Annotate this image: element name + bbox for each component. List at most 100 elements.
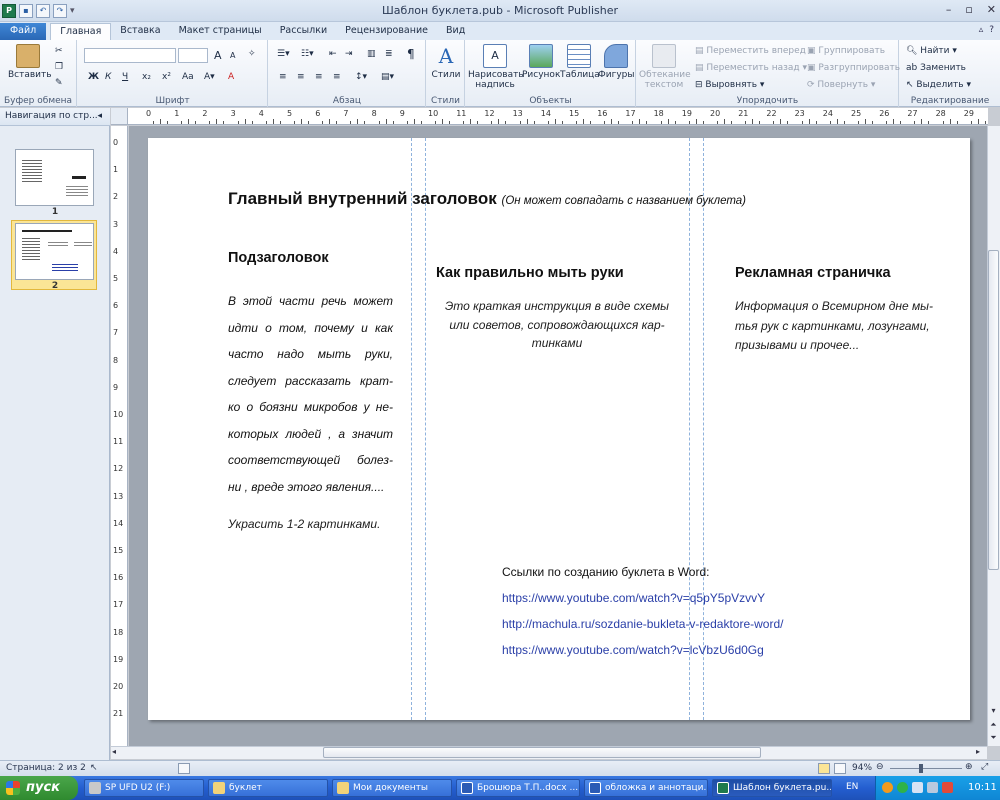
task-publisher[interactable]: Шаблон буклета.pu... (712, 779, 832, 797)
wrap-text-button[interactable]: Обтекание текстом (639, 44, 691, 90)
task-usb-drive[interactable]: SP UFD U2 (F:) (84, 779, 204, 797)
ungroup-button[interactable]: ▣ Разгруппировать (807, 63, 900, 73)
link-3[interactable]: https://www.youtube.com/watch?v=lcVbzU6d… (502, 643, 764, 657)
clock[interactable]: 10:11 (968, 782, 997, 793)
zoom-level[interactable]: 94% (852, 763, 872, 773)
collapse-pane-icon[interactable]: ◂ (97, 108, 102, 125)
booklet-page[interactable]: Главный внутренний заголовок (Он может с… (148, 138, 970, 720)
paragraph-spacing-icon[interactable]: ↕▾ (355, 72, 367, 82)
ribbon-minimize-icon[interactable]: ▵ (979, 25, 984, 35)
vertical-ruler[interactable]: 0 1 2 3 4 5 6 7 8 9 10 11 12 13 14 15 16 17 18 19 20 21 (111, 126, 128, 746)
col1-heading[interactable]: Подзаголовок (228, 250, 329, 266)
draw-textbox-button[interactable]: A Нарисовать надпись (468, 44, 524, 90)
horizontal-ruler[interactable]: 0 1 2 3 4 5 6 7 8 9 10 11 12 13 14 15 16 17 18 19 20 21 22 23 24… (128, 108, 988, 125)
maximize-icon[interactable]: ▫ (965, 3, 972, 16)
links-label[interactable]: Ссылки по созданию буклета в Word: (502, 565, 709, 579)
page-thumbnail-2[interactable] (15, 223, 94, 280)
language-indicator[interactable]: EN (846, 782, 858, 792)
bullets-icon[interactable]: ☰▾ (277, 49, 290, 59)
col2-heading[interactable]: Как правильно мыть руки (436, 265, 624, 281)
horizontal-scroll-thumb[interactable] (323, 747, 761, 758)
col1-body[interactable]: В этой части речь может идти о том, почем… (228, 288, 393, 500)
tab-mailings[interactable]: Рассылки (271, 23, 336, 40)
task-my-documents[interactable]: Мои документы (332, 779, 452, 797)
columns-icon[interactable]: ▥ (367, 49, 376, 59)
bring-forward-button[interactable]: ▤ Переместить вперед ▾ (695, 46, 813, 56)
tray-app-icon[interactable] (897, 782, 908, 793)
col3-body[interactable]: Информация о Всемирном дне мы-тья рук с … (735, 297, 950, 356)
bold-button[interactable]: Ж (88, 72, 99, 82)
underline-button[interactable]: Ч (122, 72, 128, 82)
fit-page-icon[interactable]: ⤢ (981, 762, 988, 772)
page-indicator[interactable]: Страница: 2 из 2 (6, 763, 86, 773)
col2-body[interactable]: Это краткая инструкция в виде схемы или с… (428, 297, 686, 353)
link-2[interactable]: http://machula.ru/sozdanie-bukleta-v-red… (502, 617, 783, 631)
close-icon[interactable]: ✕ (987, 3, 996, 16)
increase-indent-icon[interactable]: ⇥ (345, 49, 353, 59)
rotate-button[interactable]: ⟳ Повернуть ▾ (807, 80, 875, 90)
view-single-page-icon[interactable] (818, 763, 830, 774)
link-1[interactable]: https://www.youtube.com/watch?v=q5pY5pVz… (502, 591, 765, 605)
change-case-button[interactable]: Aa (182, 72, 194, 82)
prev-page-icon[interactable]: ⏶ (988, 720, 999, 732)
task-buklet-folder[interactable]: буклет (208, 779, 328, 797)
numbering-icon[interactable]: ☷▾ (301, 49, 314, 59)
align-center-icon[interactable]: ≡ (297, 72, 305, 82)
tab-review[interactable]: Рецензирование (336, 23, 437, 40)
styles-button[interactable]: A Стили (431, 44, 461, 80)
ruler-corner[interactable] (111, 108, 128, 125)
clear-format-icon[interactable]: ✧ (248, 49, 256, 59)
tab-insert[interactable]: Вставка (111, 23, 169, 40)
justify-icon[interactable]: ≡ (333, 72, 341, 82)
col1-extra[interactable]: Украсить 1-2 картинками. (228, 517, 380, 531)
vertical-scroll-thumb[interactable] (988, 250, 999, 570)
font-name-combo[interactable] (84, 48, 176, 63)
find-button[interactable]: 🔍︎ Найти ▾ (906, 46, 957, 56)
align-button[interactable]: ⊟ Выровнять ▾ (695, 80, 764, 90)
paragraph-misc-icon[interactable]: ▤▾ (381, 72, 394, 82)
superscript-button[interactable]: x² (162, 72, 171, 82)
grow-font-button[interactable]: A (214, 49, 222, 62)
tab-home[interactable]: Главная (50, 23, 112, 40)
page-thumbnail-1[interactable] (15, 149, 94, 206)
shrink-font-button[interactable]: A (230, 51, 235, 60)
zoom-out-icon[interactable]: ⊖ (876, 762, 884, 772)
tab-page-layout[interactable]: Макет страницы (170, 23, 271, 40)
tab-file[interactable]: Файл (0, 23, 47, 40)
tray-volume-icon[interactable] (927, 782, 938, 793)
font-color-button[interactable]: A (228, 72, 234, 82)
send-backward-button[interactable]: ▤ Переместить назад ▾ (695, 63, 807, 73)
tray-app-icon[interactable] (882, 782, 893, 793)
decrease-indent-icon[interactable]: ⇤ (329, 49, 337, 59)
next-page-icon[interactable]: ⏷ (988, 733, 999, 745)
zoom-slider[interactable] (890, 768, 962, 769)
help-icon[interactable]: ? (989, 25, 994, 35)
paste-button[interactable]: Вставить (8, 44, 52, 80)
copy-icon[interactable]: ❐ (55, 62, 63, 72)
align-left-icon[interactable]: ≡ (279, 72, 287, 82)
align-right-icon[interactable]: ≡ (315, 72, 323, 82)
font-size-combo[interactable] (178, 48, 208, 63)
scroll-down-icon[interactable]: ▾ (988, 706, 999, 718)
task-word-brochure[interactable]: Брошюра Т.П..docx ... (456, 779, 580, 797)
select-button[interactable]: ↖ Выделить ▾ (906, 80, 971, 90)
text-effects-icon[interactable]: A▾ (204, 72, 215, 82)
show-formatting-button[interactable]: ¶ (407, 47, 415, 61)
scroll-right-icon[interactable]: ▸ (976, 747, 980, 756)
line-spacing-icon[interactable]: ≣ (385, 49, 393, 59)
start-button[interactable]: пуск (0, 776, 78, 800)
tab-view[interactable]: Вид (437, 23, 474, 40)
table-button[interactable]: Таблица (560, 44, 600, 80)
tray-security-icon[interactable] (942, 782, 953, 793)
task-word-cover[interactable]: обложка и аннотаци... (584, 779, 708, 797)
format-painter-icon[interactable]: ✎ (55, 78, 63, 88)
minimize-icon[interactable]: – (946, 3, 952, 16)
zoom-in-icon[interactable]: ⊕ (965, 762, 973, 772)
main-heading[interactable]: Главный внутренний заголовок (Он может с… (228, 189, 746, 209)
picture-button[interactable]: Рисунок (522, 44, 560, 80)
replace-button[interactable]: ab Заменить (906, 63, 966, 73)
shapes-button[interactable]: Фигуры (598, 44, 634, 80)
view-two-page-icon[interactable] (834, 763, 846, 774)
zoom-slider-thumb[interactable] (919, 764, 923, 773)
col3-heading[interactable]: Рекламная страничка (735, 265, 891, 281)
